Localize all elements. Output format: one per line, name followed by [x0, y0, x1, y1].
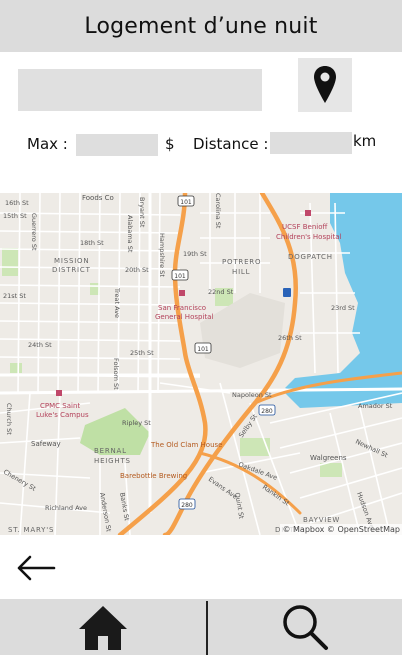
district-label: BAYVIEW: [303, 516, 340, 524]
street-label: 24th St: [28, 341, 52, 349]
distance-unit-label: km: [353, 132, 377, 150]
district-label: ST. MARY'S: [8, 526, 54, 534]
nav-search-button[interactable]: [208, 599, 402, 655]
district-label: HEIGHTS: [94, 457, 131, 465]
street-label: 15th St: [3, 212, 27, 220]
max-price-input[interactable]: [76, 134, 158, 156]
search-input[interactable]: [18, 69, 262, 111]
district-label: HILL: [232, 268, 250, 276]
highway-shield-101: 101: [180, 199, 192, 206]
location-button[interactable]: [298, 58, 352, 112]
highway-shield-101: 101: [197, 346, 209, 353]
map-pin-icon: [314, 66, 336, 103]
poi-label: Barebottle Brewing: [120, 472, 187, 480]
max-price-label: Max :: [27, 135, 68, 153]
street-label: Carolina St: [214, 193, 222, 229]
street-label: Ripley St: [122, 419, 151, 427]
distance-label: Distance :: [193, 135, 269, 153]
street-label: 18th St: [80, 239, 104, 247]
street-label: 22nd St: [208, 288, 234, 296]
page-title: Logement d’une nuit: [84, 13, 318, 39]
district-label: POTRERO: [222, 258, 261, 266]
street-label: Bryant St: [138, 197, 146, 228]
highway-shield-280: 280: [181, 502, 193, 509]
street-label: 20th St: [125, 266, 149, 274]
poi-label: Children's Hospital: [276, 233, 342, 241]
street-label: Amador St: [358, 402, 393, 410]
street-label: Hampshire St: [158, 233, 166, 277]
street-label: Folsom St: [112, 358, 120, 390]
street-label: Treat Ave: [113, 287, 121, 318]
highway-shield-101: 101: [174, 273, 186, 280]
street-label: Guerrero St: [30, 213, 38, 251]
street-label: 26th St: [278, 334, 302, 342]
street-label: 25th St: [130, 349, 154, 357]
street-label: 16th St: [5, 199, 29, 207]
district-label: DOGPATCH: [288, 253, 333, 261]
arrow-left-icon: [17, 555, 56, 581]
street-label: Richland Ave: [45, 504, 87, 512]
street-label: 19th St: [183, 250, 207, 258]
district-label: BERNAL: [94, 447, 127, 455]
app-header: Logement d’une nuit: [0, 0, 402, 52]
poi-label: Walgreens: [310, 454, 347, 462]
bottom-nav: [0, 599, 402, 655]
map-attribution[interactable]: © Mapbox © OpenStreetMap: [280, 524, 402, 535]
poi-label: UCSF Benioff: [282, 223, 327, 231]
street-label: 21st St: [3, 292, 26, 300]
street-label: 23rd St: [331, 304, 355, 312]
street-label: Napoleon St: [232, 391, 272, 399]
currency-label: $: [165, 135, 175, 153]
street-label: Alabama St: [126, 215, 134, 253]
poi-label: Safeway: [31, 440, 61, 448]
district-label: DISTRICT: [52, 266, 91, 274]
poi-label: San Francisco: [158, 304, 206, 312]
map-canvas: 101 101 101 280 280 MISSION DISTRICT POT…: [0, 193, 402, 535]
poi-label: General Hospital: [155, 313, 213, 321]
poi-label: Foods Co: [82, 194, 114, 202]
home-icon: [79, 606, 127, 650]
nav-home-button[interactable]: [0, 599, 206, 655]
search-icon: [283, 605, 328, 650]
highway-shield-280: 280: [261, 408, 273, 415]
poi-label: The Old Clam House: [150, 441, 222, 449]
map-view[interactable]: 101 101 101 280 280 MISSION DISTRICT POT…: [0, 193, 402, 535]
filter-bar: Max : $ Distance : km: [0, 130, 402, 160]
street-label: Church St: [5, 403, 13, 435]
distance-input[interactable]: [270, 132, 352, 154]
poi-label: Luke's Campus: [36, 411, 89, 419]
district-label: MISSION: [54, 257, 89, 265]
poi-label: CPMC Saint: [40, 402, 80, 410]
back-button[interactable]: [14, 551, 58, 585]
